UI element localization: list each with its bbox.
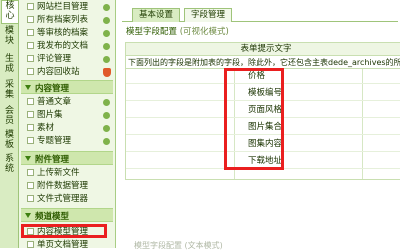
table-header: 表单提示文字 — [126, 43, 400, 56]
menu-item-attachment-data[interactable]: 附件数据管理 — [27, 181, 88, 192]
section-channel-model[interactable]: 频道模型 — [21, 208, 113, 222]
add-icon[interactable] — [103, 138, 110, 145]
add-icon[interactable] — [103, 30, 110, 37]
vtab-system[interactable]: 系统 — [1, 154, 18, 176]
chevron-down-icon — [25, 213, 31, 218]
page-icon — [27, 182, 34, 189]
section-title: 模型字段配置 (可视化模式) — [126, 27, 229, 37]
menu-item-single-page[interactable]: 单页文档管理 — [27, 240, 88, 248]
vertical-tab-strip: 核心 模块 生成 采集 会员 模板 系统 — [0, 0, 19, 248]
add-icon[interactable] — [103, 56, 110, 63]
section-attachment-manage[interactable]: 附件管理 — [21, 151, 113, 165]
page-icon — [27, 68, 34, 75]
menu-item-recycle-bin[interactable]: 内容回收站 — [27, 67, 111, 78]
text-mode-title: 模型字段配置 (文本模式) — [134, 241, 223, 250]
page-icon — [27, 124, 34, 131]
vtab-member[interactable]: 会员 — [1, 106, 18, 128]
sidebar-menu: 网站栏目管理 所有档案列表 等审核的档案 我发布的文档 评论管理 内容回收站 内… — [19, 0, 116, 248]
vtab-core[interactable]: 核心 — [1, 0, 18, 24]
page-icon — [27, 16, 34, 23]
highlight-box-fields — [224, 68, 284, 170]
menu-item-my-docs[interactable]: 我发布的文档 — [27, 41, 110, 52]
menu-item-comments[interactable]: 评论管理 — [27, 54, 110, 65]
page-icon — [27, 3, 34, 10]
vtab-generate[interactable]: 生成 — [1, 54, 18, 76]
menu-item-material[interactable]: 素材 — [27, 123, 110, 134]
add-icon[interactable] — [103, 112, 110, 119]
add-icon[interactable] — [103, 4, 110, 11]
tab-field-manage[interactable]: 字段管理 — [184, 8, 233, 22]
add-icon[interactable] — [103, 17, 110, 24]
tab-bar: 基本设置 字段管理 — [122, 6, 398, 22]
shield-icon — [103, 68, 111, 77]
menu-item-upload[interactable]: 上传新文件 — [27, 168, 80, 179]
chevron-down-icon — [25, 85, 31, 90]
page-icon — [27, 111, 34, 118]
section-content-manage[interactable]: 内容管理 — [21, 80, 113, 94]
page-icon — [27, 241, 34, 248]
menu-item-article[interactable]: 普通文章 — [27, 97, 110, 108]
page-icon — [27, 29, 34, 36]
highlight-box-menu — [21, 224, 107, 238]
tab-basic-settings[interactable]: 基本设置 — [132, 8, 181, 22]
page-icon — [27, 55, 34, 62]
add-icon[interactable] — [103, 43, 110, 50]
page-icon — [27, 137, 34, 144]
menu-item-pending-archives[interactable]: 等审核的档案 — [27, 28, 110, 39]
vtab-collect[interactable]: 采集 — [1, 80, 18, 102]
vtab-module[interactable]: 模块 — [1, 26, 18, 48]
main-panel: 基本设置 字段管理 模型字段配置 (可视化模式) 表单提示文字 下面列出的字段是… — [116, 0, 400, 250]
page-icon — [27, 98, 34, 105]
page-icon — [27, 195, 34, 202]
menu-item-file-manager[interactable]: 文件式管理器 — [27, 194, 88, 205]
menu-item-column-manage[interactable]: 网站栏目管理 — [27, 2, 110, 13]
chevron-down-icon — [25, 156, 31, 161]
page-icon — [27, 169, 34, 176]
menu-item-image-set[interactable]: 图片集 — [27, 110, 110, 121]
vtab-template[interactable]: 模板 — [1, 130, 18, 152]
add-icon[interactable] — [103, 99, 110, 106]
add-icon[interactable] — [103, 125, 110, 132]
page-icon — [27, 42, 34, 49]
menu-item-all-archives[interactable]: 所有档案列表 — [27, 15, 110, 26]
menu-item-topics[interactable]: 专题管理 — [27, 136, 110, 147]
